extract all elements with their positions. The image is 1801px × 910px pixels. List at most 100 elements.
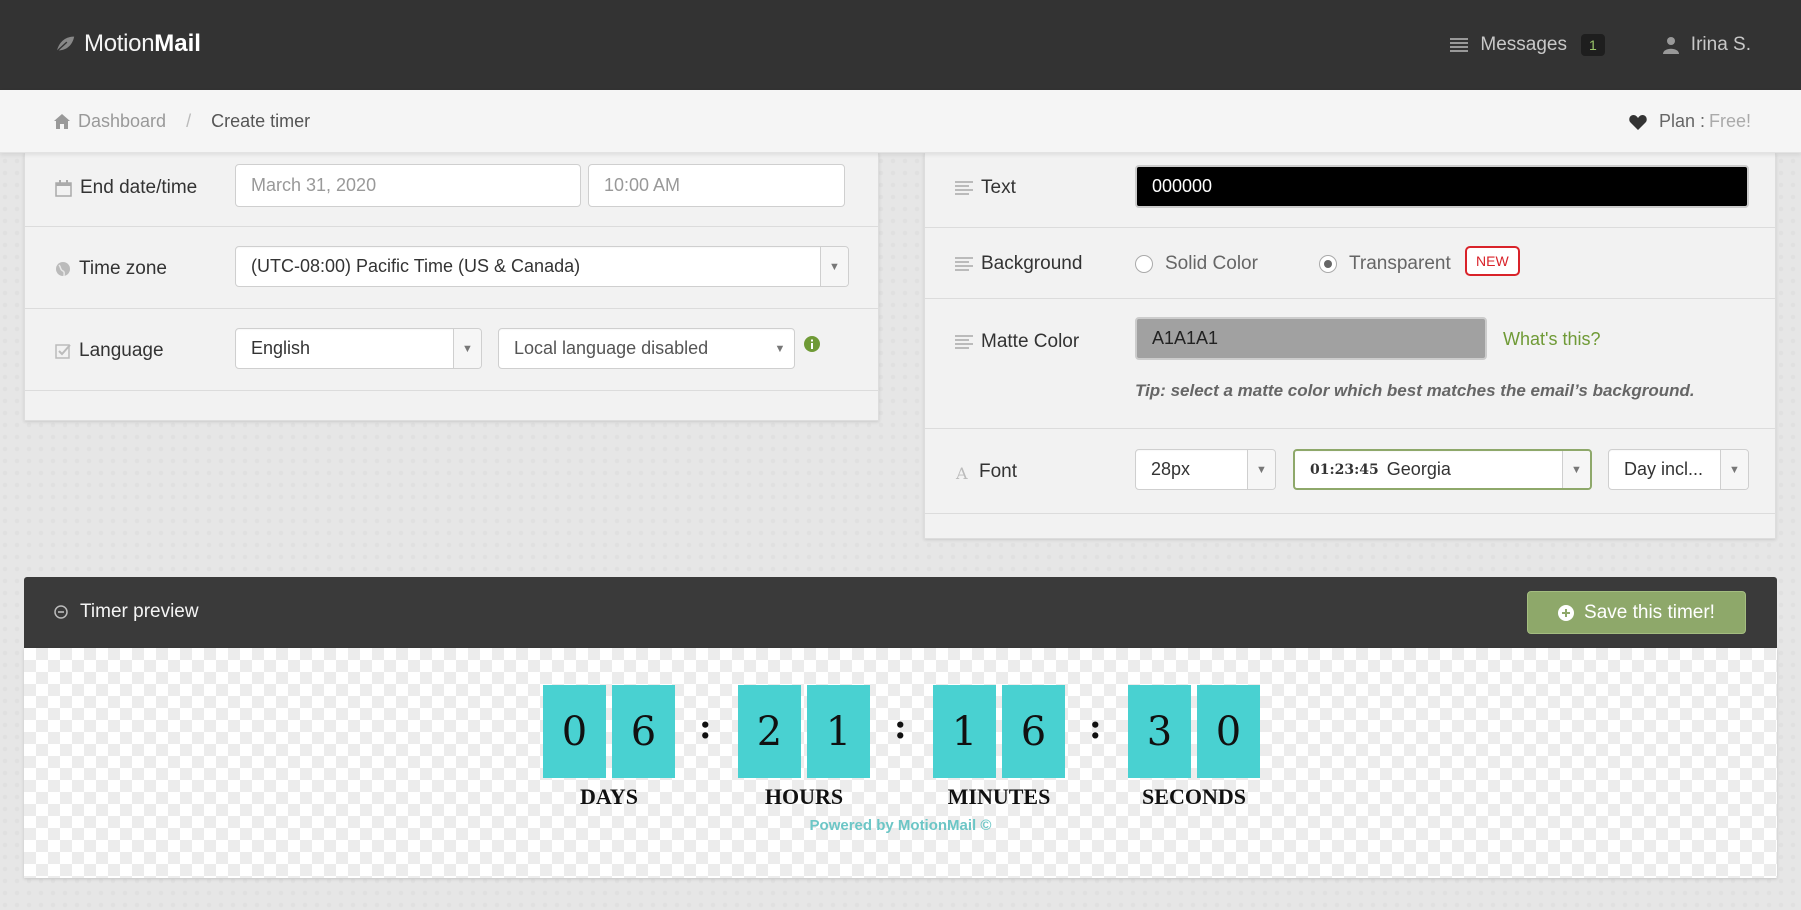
messages-count-badge: 1 xyxy=(1581,34,1605,56)
timer-preview-header: Timer preview Save this timer! xyxy=(24,577,1777,648)
text-color-label: Text xyxy=(981,177,1016,198)
unit-days: DAYS xyxy=(580,784,638,809)
timer-colon: : xyxy=(894,707,907,747)
font-family-select[interactable]: 01:23:45 Georgia ▼ xyxy=(1293,449,1592,490)
plus-circle-icon xyxy=(1558,604,1575,621)
breadcrumb-separator: / xyxy=(186,111,192,131)
timer-digit: 6 xyxy=(1002,685,1065,778)
chevron-down-icon: ▼ xyxy=(1247,450,1275,489)
language-select[interactable]: English ▼ xyxy=(235,328,482,369)
plan-value: Free! xyxy=(1708,111,1751,131)
messages-link[interactable]: Messages 1 xyxy=(1450,34,1605,56)
end-date-input[interactable]: March 31, 2020 xyxy=(235,164,581,207)
time-zone-select[interactable]: (UTC-08:00) Pacific Time (US & Canada) ▼ xyxy=(235,246,849,287)
powered-by-text: Powered by MotionMail © xyxy=(809,817,992,834)
app-logo[interactable]: Motion Mail xyxy=(54,30,201,58)
font-row: A Font 28px ▼ 01:23:45 Georgia ▼ Day inc… xyxy=(925,429,1775,514)
time-zone-label-wrap: Time zone xyxy=(55,258,167,280)
align-icon xyxy=(955,335,973,349)
font-label: Font xyxy=(979,461,1018,482)
background-row: Background Solid Color Transparent NEW xyxy=(925,228,1775,299)
background-label: Background xyxy=(981,253,1083,274)
unit-seconds: SECONDS xyxy=(1142,784,1246,809)
matte-color-input[interactable]: A1A1A1 xyxy=(1135,317,1487,360)
matte-tip: Tip: select a matte color which best mat… xyxy=(1135,381,1695,400)
plan-label: Plan : xyxy=(1658,111,1705,131)
language-label-wrap: Language xyxy=(55,340,164,362)
time-zone-value: (UTC-08:00) Pacific Time (US & Canada) xyxy=(251,256,581,276)
timer-colon: : xyxy=(699,707,712,747)
font-family-value: Georgia xyxy=(1386,459,1451,479)
timer-colon: : xyxy=(1089,707,1102,747)
leaf-icon xyxy=(56,36,75,52)
chevron-down-icon: ▼ xyxy=(453,329,481,368)
user-name: Irina S. xyxy=(1690,34,1751,55)
text-color-label-wrap: Text xyxy=(955,177,1016,199)
background-label-wrap: Background xyxy=(955,253,1082,275)
user-menu[interactable]: Irina S. xyxy=(1662,34,1751,56)
text-color-row: Text 000000 xyxy=(925,153,1775,228)
bg-solid-radio[interactable]: Solid Color xyxy=(1135,253,1258,275)
home-icon xyxy=(54,114,70,129)
timer-digit: 6 xyxy=(612,685,675,778)
font-label-wrap: A Font xyxy=(955,461,1017,483)
end-time-input[interactable]: 10:00 AM xyxy=(588,164,845,207)
checkbox-icon xyxy=(55,344,71,359)
day-format-select[interactable]: Day incl... ▼ xyxy=(1608,449,1749,490)
save-timer-button[interactable]: Save this timer! xyxy=(1527,591,1746,634)
breadcrumb: Dashboard / Create timer xyxy=(54,111,310,132)
matte-color-row: Matte Color A1A1A1 What's this? Tip: sel… xyxy=(925,299,1775,429)
globe-icon xyxy=(56,262,70,277)
matte-color-label: Matte Color xyxy=(981,331,1080,352)
align-icon xyxy=(955,257,973,271)
matte-color-label-wrap: Matte Color xyxy=(955,331,1079,353)
day-format-value: Day incl... xyxy=(1624,459,1704,479)
new-badge: NEW xyxy=(1465,246,1520,276)
timer-digit: 3 xyxy=(1128,685,1191,778)
font-sample: 01:23:45 xyxy=(1310,461,1379,478)
timer-digit: 1 xyxy=(933,685,996,778)
local-language-select[interactable]: Local language disabled ▼ xyxy=(498,328,795,369)
calendar-icon xyxy=(55,179,72,197)
top-navbar: Motion Mail Messages 1 Irina S. xyxy=(0,0,1801,90)
plan-indicator[interactable]: Plan : Free! xyxy=(1629,111,1751,132)
app-name-mail: Mail xyxy=(154,30,201,57)
local-language-value: Local language disabled xyxy=(514,338,709,358)
breadcrumb-dashboard[interactable]: Dashboard xyxy=(78,111,166,132)
unit-minutes: MINUTES xyxy=(947,784,1051,809)
end-datetime-row: End date/time March 31, 2020 10:00 AM xyxy=(25,153,878,227)
chevron-down-icon: ▼ xyxy=(1720,450,1748,489)
app-name-motion: Motion xyxy=(84,30,155,57)
chevron-down-icon: ▼ xyxy=(1562,451,1590,488)
whats-this-link[interactable]: What's this? xyxy=(1503,329,1600,350)
font-size-select[interactable]: 28px ▼ xyxy=(1135,449,1276,490)
radio-circle xyxy=(1135,255,1153,273)
language-label: Language xyxy=(79,340,164,361)
list-icon xyxy=(1450,38,1469,52)
timer-preview-title-wrap: Timer preview xyxy=(54,601,199,623)
appearance-panel: Text 000000 Background Solid Color Trans… xyxy=(924,153,1776,539)
timer-digit: 2 xyxy=(738,685,801,778)
unit-hours: HOURS xyxy=(764,784,844,809)
timer-digit: 0 xyxy=(1197,685,1260,778)
breadcrumb-current: Create timer xyxy=(211,111,311,131)
align-icon xyxy=(955,181,973,195)
timer-digit: 1 xyxy=(807,685,870,778)
font-size-value: 28px xyxy=(1151,459,1191,479)
radio-circle-selected xyxy=(1319,255,1337,273)
timer-preview-canvas xyxy=(24,648,1777,878)
info-icon[interactable] xyxy=(804,336,820,352)
messages-label: Messages xyxy=(1480,34,1567,55)
end-datetime-label-wrap: End date/time xyxy=(55,177,197,199)
bg-transparent-radio[interactable]: Transparent xyxy=(1319,253,1451,275)
time-zone-label: Time zone xyxy=(79,258,167,279)
font-icon: A xyxy=(955,464,968,480)
end-datetime-label: End date/time xyxy=(80,177,198,198)
time-zone-row: Time zone (UTC-08:00) Pacific Time (US &… xyxy=(25,227,878,309)
text-color-input[interactable]: 000000 xyxy=(1135,165,1749,208)
bg-solid-label: Solid Color xyxy=(1165,253,1258,274)
timer-digit: 0 xyxy=(543,685,606,778)
heart-icon xyxy=(1629,114,1647,130)
chevron-down-icon: ▼ xyxy=(820,247,848,286)
bg-transparent-label: Transparent xyxy=(1349,253,1451,274)
